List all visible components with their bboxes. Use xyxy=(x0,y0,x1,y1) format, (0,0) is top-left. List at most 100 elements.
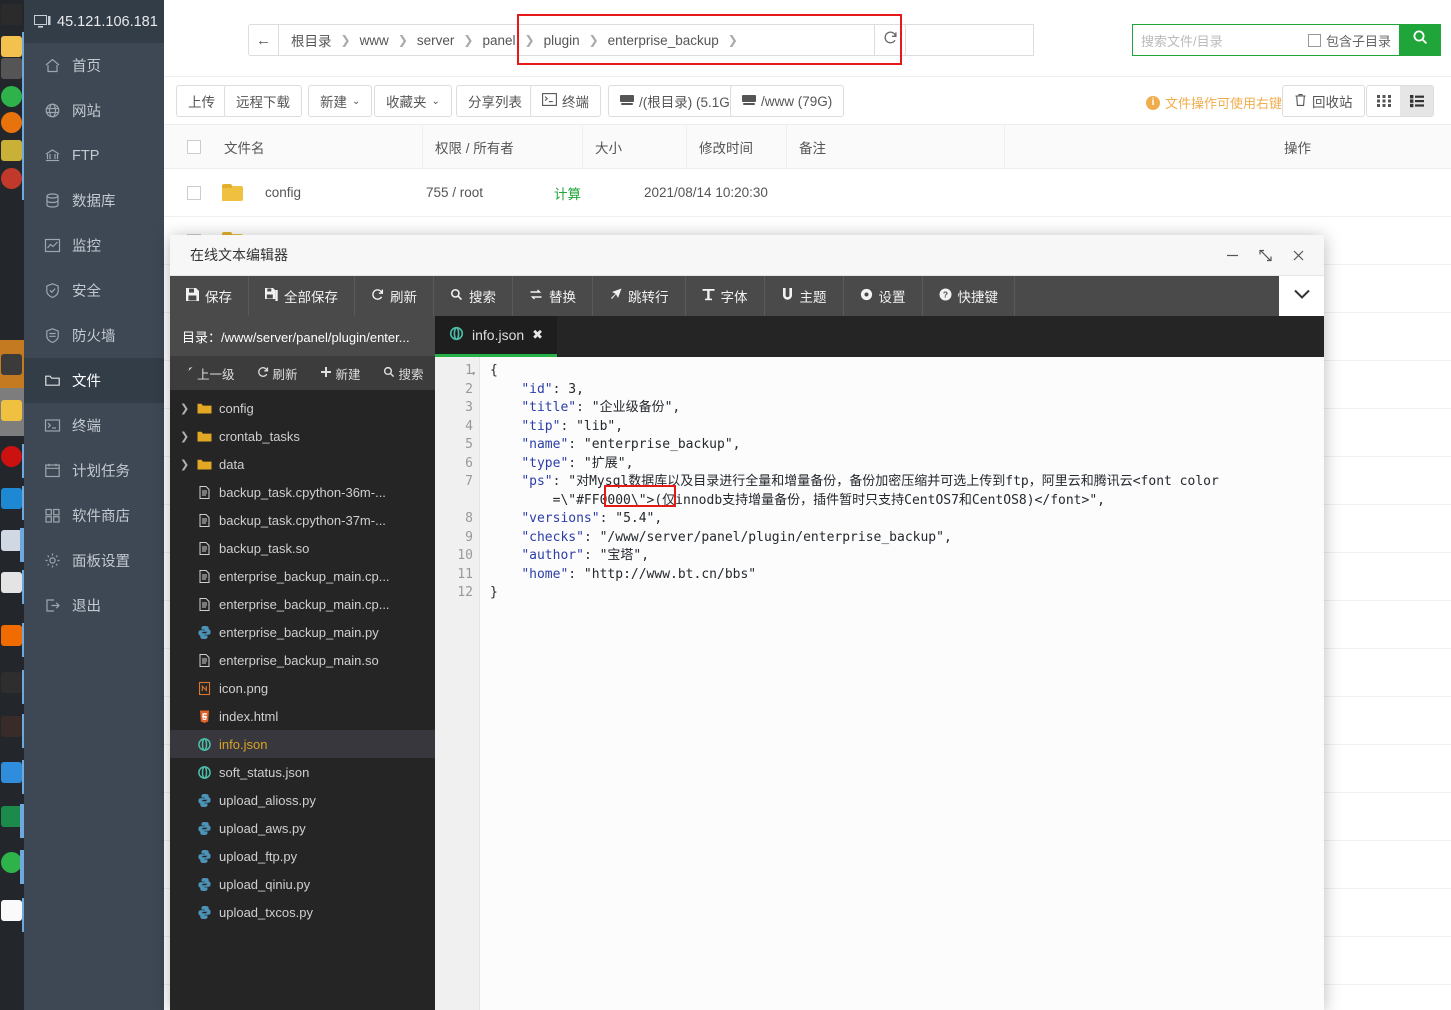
disk-www-button[interactable]: /www (79G) xyxy=(730,85,845,117)
column-actions[interactable]: 操作 xyxy=(1284,125,1364,168)
tree-new-button[interactable]: 新建 xyxy=(309,364,372,383)
new-button[interactable]: 新建 ⌄ xyxy=(308,85,373,117)
breadcrumb-item[interactable]: www xyxy=(358,33,391,48)
taskbar-icon[interactable] xyxy=(1,762,22,783)
sidebar-item-firewall[interactable]: 防火墙 xyxy=(24,313,164,358)
column-filename[interactable]: 文件名 xyxy=(212,125,422,168)
row-size[interactable]: 计算 xyxy=(554,169,654,216)
tree-item[interactable]: index.html xyxy=(170,702,435,730)
tree-level-up-button[interactable]: 上一级 xyxy=(170,364,246,383)
taskbar-icon[interactable] xyxy=(1,672,22,693)
taskbar-icon[interactable] xyxy=(1,36,22,57)
tab-info-json[interactable]: info.json ✖ xyxy=(435,316,558,357)
sidebar-item-database[interactable]: 数据库 xyxy=(24,178,164,223)
favorites-button[interactable]: 收藏夹 ⌄ xyxy=(374,85,452,117)
grid-view-icon[interactable] xyxy=(1367,86,1400,116)
code-area[interactable]: 1 ▾ 2 3 4 5 6 7 8 9 10 11 12 { "id": 3, "title": "企业… xyxy=(435,357,1324,1010)
editor-goto-line-button[interactable]: 跳转行 xyxy=(593,276,686,316)
select-all-checkbox[interactable] xyxy=(176,125,212,168)
search-input[interactable]: 搜索文件/目录 包含子目录 xyxy=(1132,24,1399,56)
remote-download-button[interactable]: 远程下载 xyxy=(224,85,302,117)
chevron-right-icon[interactable]: ❯ xyxy=(180,430,190,443)
minimize-icon[interactable] xyxy=(1225,248,1240,263)
editor-settings-button[interactable]: 设置 xyxy=(844,276,923,316)
include-subdir-checkbox[interactable] xyxy=(1307,33,1321,47)
table-row[interactable]: config 755 / root 计算 2021/08/14 10:20:30 xyxy=(164,169,1451,217)
taskbar-icon[interactable] xyxy=(1,530,22,551)
tree-item[interactable]: upload_aws.py xyxy=(170,814,435,842)
breadcrumb-item[interactable]: plugin xyxy=(542,33,582,48)
close-icon[interactable] xyxy=(1291,248,1306,263)
editor-search-button[interactable]: 搜索 xyxy=(434,276,513,316)
tree-item[interactable]: soft_status.json xyxy=(170,758,435,786)
list-view-icon[interactable] xyxy=(1400,86,1433,116)
sidebar-item-ftp[interactable]: FTP xyxy=(24,133,164,178)
taskbar-icon[interactable] xyxy=(1,168,22,189)
editor-shortcuts-button[interactable]: ? 快捷键 xyxy=(923,276,1015,316)
tree-item[interactable]: backup_task.cpython-37m-... xyxy=(170,506,435,534)
taskbar-icon[interactable] xyxy=(1,400,22,421)
share-list-button[interactable]: 分享列表 xyxy=(456,85,534,117)
sidebar-item-monitor[interactable]: 监控 xyxy=(24,223,164,268)
refresh-button[interactable] xyxy=(874,24,906,56)
taskbar-icon[interactable] xyxy=(1,112,22,133)
terminal-button[interactable]: 终端 xyxy=(530,85,601,117)
taskbar-icon[interactable] xyxy=(1,58,22,79)
tree-item[interactable]: info.json xyxy=(170,730,435,758)
tree-item[interactable]: enterprise_backup_main.cp... xyxy=(170,562,435,590)
row-filename[interactable]: config xyxy=(222,169,422,216)
disk-root-button[interactable]: /(根目录) (5.1G) xyxy=(608,85,747,117)
editor-replace-button[interactable]: 替换 xyxy=(513,276,593,316)
tree-item[interactable]: ❯ crontab_tasks xyxy=(170,422,435,450)
breadcrumb-item[interactable]: enterprise_backup xyxy=(606,33,721,48)
tree-item[interactable]: backup_task.so xyxy=(170,534,435,562)
tree-refresh-button[interactable]: 刷新 xyxy=(246,364,309,383)
back-button[interactable]: ← xyxy=(248,24,278,56)
close-icon[interactable]: ✖ xyxy=(532,327,543,343)
sidebar-item-logout[interactable]: 退出 xyxy=(24,583,164,628)
chevron-right-icon[interactable]: ❯ xyxy=(180,402,190,415)
editor-font-button[interactable]: 字体 xyxy=(686,276,765,316)
taskbar-icon[interactable] xyxy=(1,852,22,873)
tree-item[interactable]: ❯ config xyxy=(170,394,435,422)
tree-item[interactable]: upload_txcos.py xyxy=(170,898,435,926)
sidebar-item-crontab[interactable]: 计划任务 xyxy=(24,448,164,493)
taskbar-icon[interactable] xyxy=(1,625,22,646)
column-size[interactable]: 大小 xyxy=(582,125,686,168)
tree-item[interactable]: upload_ftp.py xyxy=(170,842,435,870)
maximize-icon[interactable] xyxy=(1258,248,1273,263)
sidebar-item-home[interactable]: 首页 xyxy=(24,43,164,88)
tree-item[interactable]: enterprise_backup_main.cp... xyxy=(170,590,435,618)
tree-item[interactable]: upload_alioss.py xyxy=(170,786,435,814)
tree-item[interactable]: backup_task.cpython-36m-... xyxy=(170,478,435,506)
chevron-right-icon[interactable]: ❯ xyxy=(180,458,190,471)
search-button[interactable] xyxy=(1399,24,1441,56)
taskbar-icon[interactable] xyxy=(1,140,22,161)
upload-button[interactable]: 上传 xyxy=(176,85,227,117)
taskbar-icon[interactable] xyxy=(1,446,22,467)
tree-item[interactable]: icon.png xyxy=(170,674,435,702)
taskbar-icon[interactable] xyxy=(1,806,22,827)
sidebar-item-terminal[interactable]: 终端 xyxy=(24,403,164,448)
taskbar-icon[interactable] xyxy=(1,354,22,375)
editor-save-button[interactable]: 保存 xyxy=(170,276,249,316)
recycle-bin-button[interactable]: 回收站 xyxy=(1282,85,1365,117)
editor-toolbar-expand-button[interactable] xyxy=(1279,276,1324,316)
taskbar-icon[interactable] xyxy=(1,4,22,25)
taskbar-icon[interactable] xyxy=(1,572,22,593)
sidebar-item-settings[interactable]: 面板设置 xyxy=(24,538,164,583)
row-checkbox[interactable] xyxy=(176,169,212,216)
breadcrumb-item[interactable]: server xyxy=(415,33,457,48)
editor-theme-button[interactable]: 主题 xyxy=(765,276,844,316)
tree-item[interactable]: upload_qiniu.py xyxy=(170,870,435,898)
tree-item[interactable]: enterprise_backup_main.py xyxy=(170,618,435,646)
taskbar-icon[interactable] xyxy=(1,488,22,509)
taskbar-icon[interactable] xyxy=(1,716,22,737)
column-permission[interactable]: 权限 / 所有者 xyxy=(422,125,582,168)
sidebar-item-website[interactable]: 网站 xyxy=(24,88,164,133)
tree-item[interactable]: ❯ data xyxy=(170,450,435,478)
code-content[interactable]: { "id": 3, "title": "企业级备份", "tip": "lib… xyxy=(480,357,1324,1010)
include-subdir-toggle[interactable]: 包含子目录 xyxy=(1307,31,1391,50)
breadcrumb-item[interactable]: panel xyxy=(480,33,517,48)
taskbar-icon[interactable] xyxy=(1,900,22,921)
